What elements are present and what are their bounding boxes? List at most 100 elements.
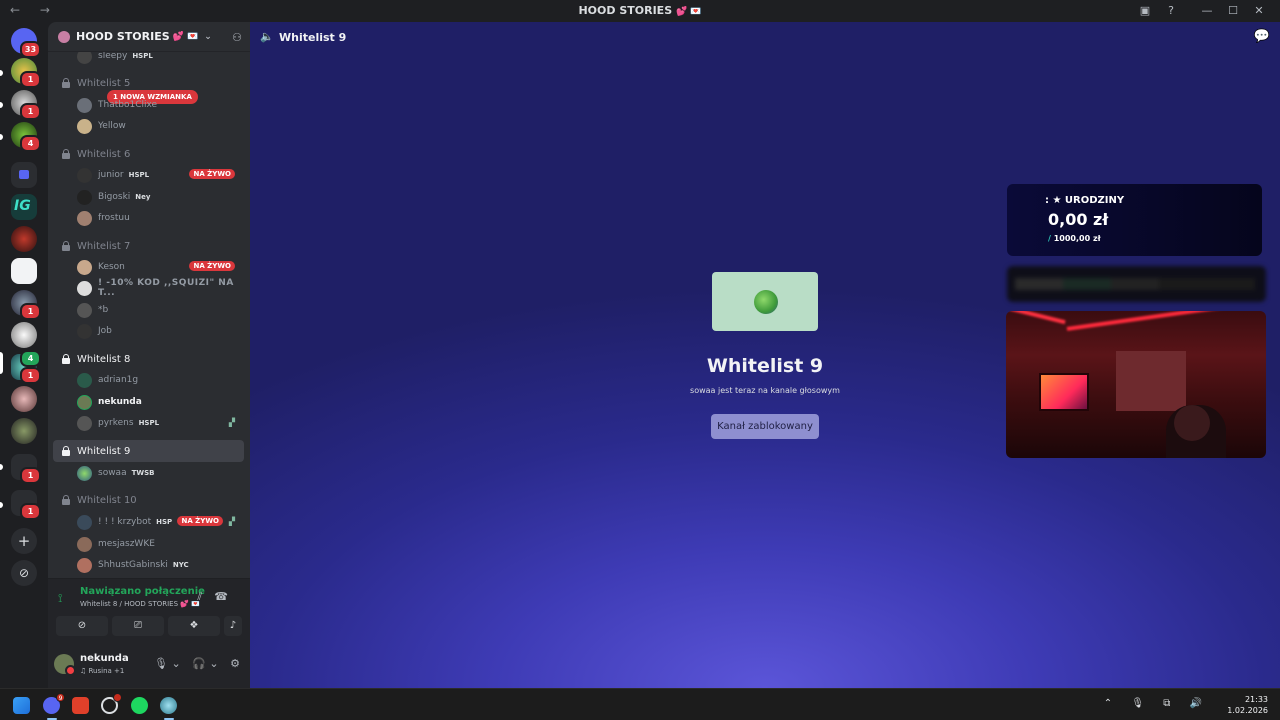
server-icon-hood-stories[interactable]: 4 1	[11, 350, 41, 384]
voice-member[interactable]: mesjaszWKE	[77, 534, 243, 554]
maximize-button[interactable]: ☐	[1220, 2, 1246, 20]
voice-member[interactable]: junior HSPL NA ŻYWO	[77, 165, 243, 185]
close-button[interactable]: ✕	[1246, 2, 1272, 20]
voice-connection-panel: ⟟ Nawiązano połączenie Whitelist 8 / HOO…	[48, 578, 250, 642]
user-name[interactable]: nekunda	[80, 653, 129, 664]
avatar	[77, 210, 92, 226]
member-name: sowaa	[98, 468, 127, 478]
server-badge: 1	[20, 467, 41, 484]
inbox-icon[interactable]: ▣	[1132, 2, 1158, 20]
live-badge: NA ŻYWO	[177, 516, 223, 526]
help-icon[interactable]: ?	[1158, 2, 1184, 20]
user-activity: ♫ Rusina +1	[80, 667, 125, 675]
voice-channel-whitelist-8[interactable]: Whitelist 8	[53, 348, 244, 370]
streaming-icon: ▞	[228, 418, 235, 427]
server-icon[interactable]: 1	[11, 90, 41, 120]
member-tag: HSPL	[132, 52, 153, 60]
system-tray[interactable]: ⌃ 🎙 ⧉ 🔊	[1104, 698, 1210, 709]
donation-amount: 0,00 zł	[1048, 210, 1109, 229]
voice-location-text: Whitelist 8 / HOOD STORIES	[80, 600, 179, 608]
spotify-icon[interactable]	[131, 697, 148, 714]
signal-icon[interactable]: ⟟	[58, 591, 62, 606]
unread-pill	[0, 70, 3, 76]
headphones-icon[interactable]: 🎧 ⌄	[192, 657, 218, 670]
voice-member[interactable]: frostuu	[77, 208, 243, 228]
screen-share-button[interactable]: ⎚	[112, 616, 164, 636]
avatar[interactable]	[54, 654, 76, 676]
avatar	[77, 536, 92, 552]
app-taskbar-icon[interactable]	[160, 697, 177, 714]
noise-suppression-icon[interactable]: ⫽	[197, 590, 214, 603]
guild-header[interactable]: HOOD STORIES 💕 💌 ⌄ ⚇	[48, 22, 250, 52]
member-tag: Ney	[135, 193, 151, 201]
activities-button[interactable]: ❖	[168, 616, 220, 636]
gear-icon[interactable]: ⚙	[230, 657, 240, 670]
voice-location[interactable]: Whitelist 8 / HOOD STORIES 💕 💌	[80, 600, 200, 608]
windows-start-icon[interactable]	[13, 697, 30, 714]
add-server-icon[interactable]: +	[11, 528, 37, 554]
dm-badge: 33	[20, 41, 41, 58]
chat-icon[interactable]: 💬	[1254, 29, 1270, 44]
disconnect-icon[interactable]: ☎	[214, 590, 240, 603]
clock-time: 21:33	[1244, 695, 1268, 704]
channel-sidebar: HOOD STORIES 💕 💌 ⌄ ⚇ sleepy HSPL 1 NOWA …	[48, 22, 250, 688]
avatar	[77, 465, 92, 481]
member-name: *b	[98, 305, 109, 315]
voice-channel-whitelist-7[interactable]: Whitelist 7	[53, 235, 244, 257]
avatar	[77, 415, 92, 431]
voice-member[interactable]: Job	[77, 321, 243, 341]
server-icon[interactable]	[11, 322, 37, 348]
channel-locked-button[interactable]: Kanał zablokowany	[711, 414, 819, 439]
stream-video-tile[interactable]	[1006, 311, 1266, 458]
voice-member[interactable]: sowaa TWSB	[77, 463, 243, 483]
camera-toggle-button[interactable]: ⊘	[56, 616, 108, 636]
server-icon[interactable]	[11, 226, 37, 252]
invite-people-icon[interactable]: ⚇	[232, 31, 242, 44]
microphone-icon[interactable]: 🎙 ⌄	[154, 657, 181, 670]
server-icon[interactable]: IG	[11, 194, 37, 220]
title-hearts: 💕 💌	[675, 7, 702, 17]
soundboard-button[interactable]: ♪	[224, 616, 242, 636]
folder-icon[interactable]: 1	[11, 454, 41, 484]
voice-channel-whitelist-10[interactable]: Whitelist 10	[53, 489, 244, 511]
steam-icon[interactable]	[101, 693, 122, 714]
monitor-screen	[1039, 373, 1089, 411]
unread-pill	[0, 464, 3, 470]
discord-taskbar-icon[interactable]: 9	[43, 693, 65, 714]
voice-status[interactable]: Nawiązano połączenie	[80, 586, 205, 597]
voice-member[interactable]: Thatbo1Clixe	[77, 95, 243, 115]
direct-messages-button[interactable]: 33	[11, 28, 41, 58]
member-name: Keson	[98, 262, 125, 272]
server-icon[interactable]: 1	[11, 58, 41, 88]
voice-member[interactable]: Yellow	[77, 116, 243, 136]
voice-member[interactable]: *b	[77, 300, 243, 320]
voice-member[interactable]: pyrkens HSPL ▞	[77, 413, 243, 433]
taskbar-clock[interactable]: 21:33 1.02.2026	[1227, 694, 1268, 716]
channel-preview-image	[712, 272, 818, 331]
voice-member[interactable]: ! -10% KOD ,,SQUIZI" NA T...	[77, 278, 243, 298]
guild-icon	[58, 30, 70, 43]
voice-member[interactable]: ShhustGabinski NYC	[77, 555, 243, 575]
voice-channel-whitelist-9[interactable]: Whitelist 9	[53, 440, 244, 462]
server-icon[interactable]	[11, 258, 37, 284]
server-icon[interactable]	[11, 386, 37, 412]
voice-channel-whitelist-6[interactable]: Whitelist 6	[53, 143, 244, 165]
folder-icon[interactable]: 1	[11, 490, 41, 520]
server-icon[interactable]: 4	[11, 122, 41, 152]
voice-member-self[interactable]: nekunda	[77, 392, 243, 412]
voice-member[interactable]: ! ! ! krzybot HSP NA ŻYWO ▞	[77, 512, 243, 532]
voice-member[interactable]: sleepy HSPL	[77, 52, 243, 66]
server-icon[interactable]	[11, 418, 37, 444]
voice-member[interactable]: adrian1g	[77, 370, 243, 390]
member-name: adrian1g	[98, 375, 139, 385]
voice-member[interactable]: Bigoski Ney	[77, 187, 243, 207]
voice-member[interactable]: Keson NA ŻYWO	[77, 257, 243, 277]
discover-icon[interactable]: ⊘	[11, 560, 37, 586]
voice-channel-whitelist-5[interactable]: Whitelist 5	[53, 72, 244, 94]
minimize-button[interactable]: —	[1194, 2, 1220, 20]
avatar	[77, 189, 92, 205]
brave-browser-icon[interactable]	[72, 697, 89, 714]
server-icon[interactable]: 1	[11, 290, 41, 320]
server-rail: 33 1 1 4 IG 1 4 1 1 1 + ⊘	[0, 22, 48, 688]
folder-icon[interactable]	[11, 162, 37, 188]
